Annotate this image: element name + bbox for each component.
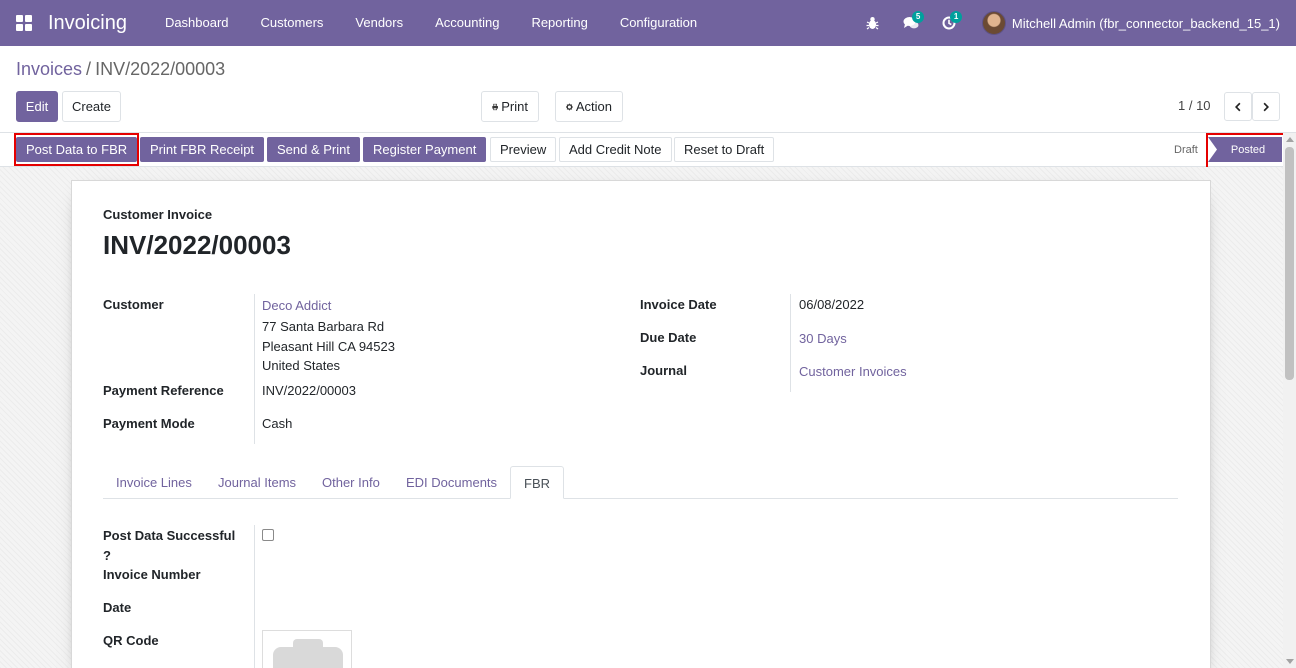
payment-reference-label: Payment Reference	[103, 383, 224, 398]
qr-code-image-placeholder[interactable]	[262, 630, 352, 668]
payment-mode-label: Payment Mode	[103, 416, 195, 431]
pager-previous-button[interactable]	[1224, 92, 1252, 121]
menu-customers[interactable]: Customers	[245, 0, 340, 46]
user-menu[interactable]: Mitchell Admin (fbr_connector_backend_15…	[981, 11, 1280, 35]
chevron-left-icon	[1235, 102, 1241, 111]
fbr-date-label: Date	[103, 600, 132, 615]
customer-address-line-1: 77 Santa Barbara Rd	[262, 319, 385, 334]
stage-posted[interactable]: Posted	[1208, 137, 1282, 162]
bug-icon[interactable]	[862, 0, 884, 46]
messages-icon[interactable]: 5	[900, 0, 925, 46]
qr-code-label: QR Code	[103, 633, 159, 648]
camera-placeholder-icon	[273, 639, 343, 668]
journal-label: Journal	[640, 363, 687, 378]
menu-vendors[interactable]: Vendors	[339, 0, 419, 46]
form-statusbar: Post Data to FBR Print FBR Receipt Send …	[0, 132, 1296, 167]
invoice-number-title: INV/2022/00003	[103, 230, 291, 260]
left-group-divider	[254, 294, 255, 444]
fbr-group-divider	[254, 525, 255, 668]
invoice-date-label: Invoice Date	[640, 297, 717, 312]
menu-accounting[interactable]: Accounting	[419, 0, 515, 46]
app-title[interactable]: Invoicing	[48, 12, 127, 35]
pager-next-button[interactable]	[1252, 92, 1280, 121]
menu-configuration[interactable]: Configuration	[604, 0, 713, 46]
payment-reference-value[interactable]: INV/2022/00003	[262, 383, 356, 398]
activities-clock-icon[interactable]: 1	[938, 0, 963, 46]
preview-button[interactable]: Preview	[490, 137, 557, 162]
invoice-date-value[interactable]: 06/08/2022	[799, 297, 864, 312]
journal-value-link[interactable]: Customer Invoices	[799, 364, 907, 379]
tab-other-info[interactable]: Other Info	[309, 466, 393, 499]
gear-icon	[566, 103, 573, 110]
payment-mode-value[interactable]: Cash	[262, 416, 292, 431]
navbar-systray: 5 1 Mitchell Admin (fbr_connector_backen…	[854, 0, 1296, 46]
scroll-down-arrow-icon[interactable]	[1286, 659, 1294, 664]
print-button[interactable]: Print	[481, 91, 539, 122]
apps-menu-icon[interactable]	[16, 15, 32, 31]
menu-reporting[interactable]: Reporting	[515, 0, 603, 46]
post-data-to-fbr-button[interactable]: Post Data to FBR	[16, 137, 138, 162]
customer-name-link[interactable]: Deco Addict	[262, 298, 331, 313]
print-label: Print	[501, 99, 528, 114]
customer-label: Customer	[103, 297, 164, 312]
register-payment-button[interactable]: Register Payment	[363, 137, 487, 162]
tab-edi-documents[interactable]: EDI Documents	[393, 466, 510, 499]
scroll-up-arrow-icon[interactable]	[1286, 137, 1294, 142]
invoice-type-label: Customer Invoice	[103, 207, 213, 222]
notebook-tabs: Invoice Lines Journal Items Other Info E…	[103, 466, 1178, 499]
tab-invoice-lines[interactable]: Invoice Lines	[103, 466, 205, 499]
post-data-successful-label-suffix: ?	[103, 548, 111, 563]
menu-dashboard[interactable]: Dashboard	[149, 0, 245, 46]
activities-badge: 1	[949, 11, 963, 23]
page-scrollbar[interactable]	[1283, 133, 1296, 668]
breadcrumb-invoices-link[interactable]: Invoices	[16, 59, 82, 80]
user-avatar	[981, 11, 1006, 35]
pager-value[interactable]: 1 / 10	[1178, 98, 1211, 113]
create-button[interactable]: Create	[62, 91, 121, 122]
action-button[interactable]: Action	[555, 91, 623, 122]
breadcrumb-separator: /	[86, 59, 92, 79]
reset-to-draft-button[interactable]: Reset to Draft	[674, 137, 775, 162]
stage-draft[interactable]: Draft	[1174, 144, 1198, 156]
due-date-value[interactable]: 30 Days	[799, 331, 847, 346]
breadcrumb-current: INV/2022/00003	[95, 59, 226, 79]
fbr-invoice-number-label: Invoice Number	[103, 567, 201, 582]
scroll-thumb[interactable]	[1285, 147, 1294, 380]
customer-address-line-2: Pleasant Hill CA 94523	[262, 339, 395, 354]
due-date-label: Due Date	[640, 330, 697, 345]
print-fbr-receipt-button[interactable]: Print FBR Receipt	[140, 137, 265, 162]
tab-fbr[interactable]: FBR	[510, 466, 564, 499]
customer-address-line-3: United States	[262, 358, 341, 373]
breadcrumb: Invoices / INV/2022/00003	[16, 59, 225, 80]
action-label: Action	[575, 99, 612, 114]
right-group-divider	[790, 294, 791, 392]
print-icon	[492, 103, 498, 110]
post-data-successful-label: Post Data Successful	[103, 528, 236, 543]
send-and-print-button[interactable]: Send & Print	[267, 137, 360, 162]
user-name: Mitchell Admin (fbr_connector_backend_15…	[1011, 15, 1280, 31]
chevron-right-icon	[1263, 102, 1269, 111]
edit-button[interactable]: Edit	[16, 91, 58, 122]
post-data-successful-checkbox[interactable]	[262, 529, 274, 541]
add-credit-note-button[interactable]: Add Credit Note	[559, 137, 672, 162]
messages-badge: 5	[911, 11, 925, 23]
tab-journal-items[interactable]: Journal Items	[205, 466, 309, 499]
top-navbar: Invoicing Dashboard Customers Vendors Ac…	[0, 0, 1296, 46]
